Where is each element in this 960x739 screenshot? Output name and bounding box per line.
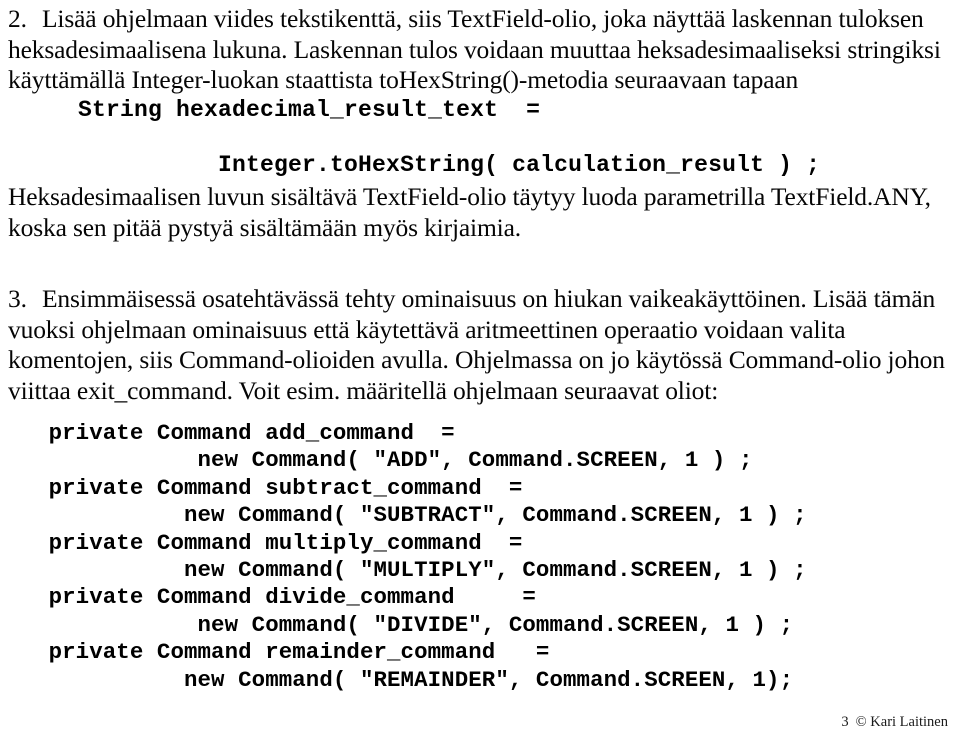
copyright-notice: © Kari Laitinen xyxy=(855,714,948,730)
paragraph-item-3: 3. Ensimmäisessä osatehtävässä tehty omin… xyxy=(8,284,952,406)
paragraph-textfield-any: Heksadesimaalisen luvun sisältävä TextFi… xyxy=(8,182,938,242)
item-marker-2: 2. xyxy=(8,4,27,33)
footer: 3 © Kari Laitinen xyxy=(841,713,948,731)
item-3-text: Ensimmäisessä osatehtävässä tehty ominai… xyxy=(8,284,952,405)
paragraph-item-2: 2. Lisää ohjelmaan viides tekstikenttä, s… xyxy=(8,4,952,96)
code-block-command-objects: private Command add_command = new Comman… xyxy=(48,420,807,693)
code-block-tohexstring: String hexadecimal_result_text = Integer… xyxy=(78,97,821,179)
slide-page: 2. Lisää ohjelmaan viides tekstikenttä, s… xyxy=(0,0,960,739)
item-marker-3: 3. xyxy=(8,284,27,313)
item-2-text: Lisää ohjelmaan viides tekstikenttä, sii… xyxy=(8,4,947,94)
page-number: 3 xyxy=(841,714,849,730)
